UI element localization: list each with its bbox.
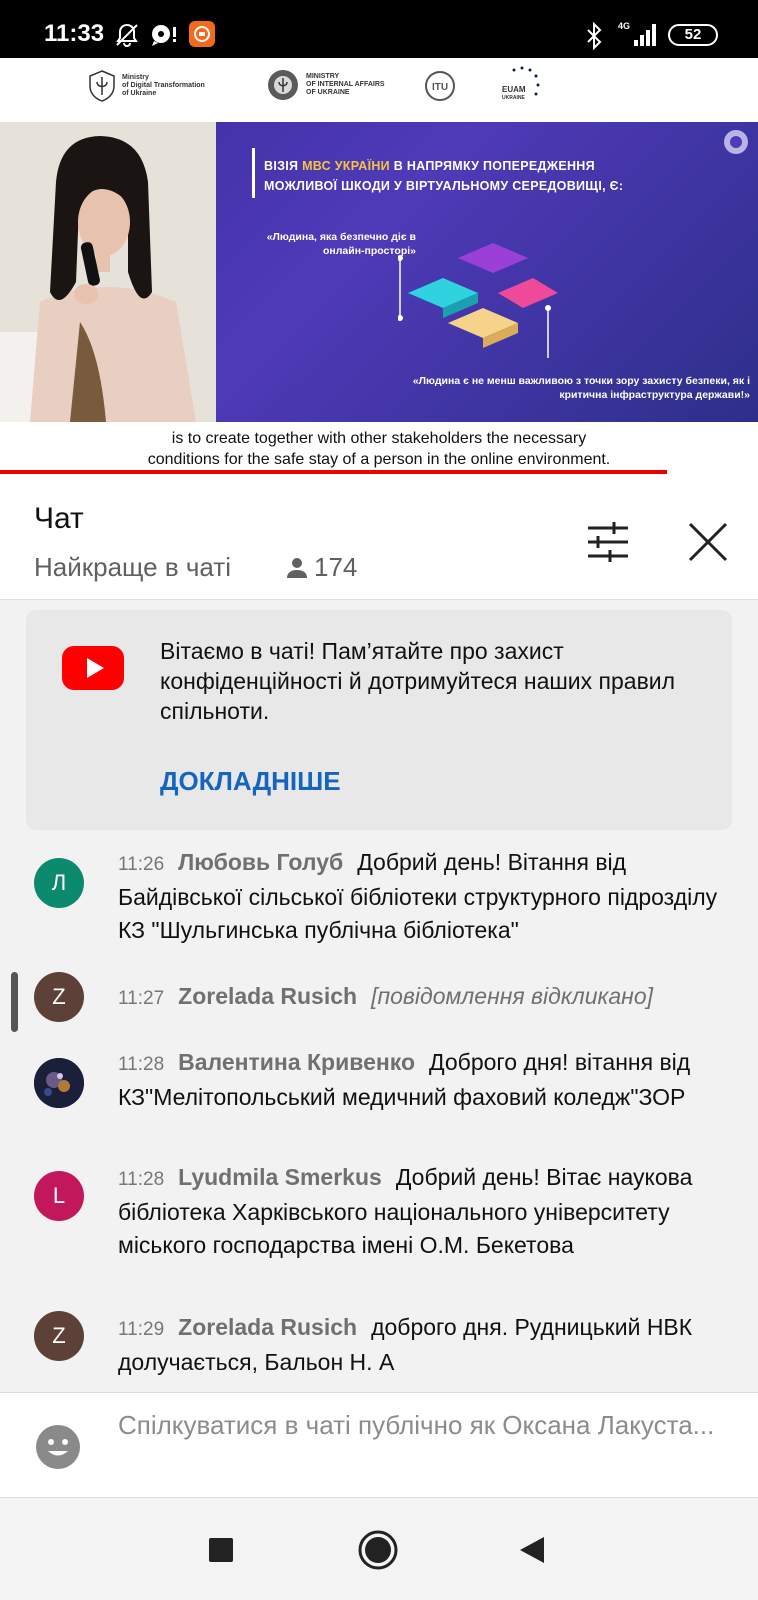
filter-sliders-icon[interactable] (584, 518, 632, 566)
scroll-indicator[interactable] (11, 972, 18, 1032)
message-time: 11:28 (118, 1169, 165, 1190)
svg-text:4G: 4G (618, 21, 630, 31)
presenter-image (0, 122, 216, 422)
message-time: 11:27 (118, 988, 165, 1009)
slide-title: ВІЗІЯ МВС УКРАЇНИ В НАПРЯМКУ ПОПЕРЕДЖЕНН… (264, 159, 624, 193)
video-subtitle: is to create together with other stakeho… (0, 424, 758, 472)
logo-mvs: MINISTRY OF INTERNAL AFFAIRS OF UKRAINE (266, 68, 385, 102)
status-bar: 11:33 4G 52 (0, 0, 758, 58)
logo-itu: ITU (424, 70, 456, 102)
viewer-count: 174 (286, 552, 357, 583)
recents-square-icon[interactable] (199, 1528, 243, 1572)
message-time: 11:28 (118, 1054, 165, 1075)
avatar[interactable]: Z (34, 1311, 84, 1361)
emblem-icon (724, 130, 748, 154)
welcome-card: Вітаємо в чаті! Пам’ятайте про захист ко… (26, 610, 732, 830)
message-author[interactable]: Zorelada Rusich (178, 983, 357, 1009)
bell-off-icon (114, 22, 140, 53)
system-nav-bar (0, 1498, 758, 1600)
message-author[interactable]: Lyudmila Smerkus (178, 1164, 382, 1190)
slide-accent-bar (252, 148, 255, 198)
home-circle-icon[interactable] (356, 1528, 400, 1572)
sponsor-logos: Ministry of Digital Transformation of Ukra… (0, 58, 758, 122)
chat-message-input[interactable] (118, 1407, 718, 1485)
chat-filter-dropdown[interactable]: Найкраще в чаті (34, 552, 231, 583)
logo-euam: EUAM UKRAINE (500, 64, 544, 110)
message-text: [повідомлення відкликано] (371, 983, 653, 1009)
bluetooth-icon (584, 21, 604, 55)
chat-input-bar (0, 1392, 758, 1498)
message-author[interactable]: Zorelada Rusich (178, 1314, 357, 1340)
close-icon[interactable] (684, 518, 732, 566)
emoji-icon[interactable] (36, 1425, 80, 1469)
avatar[interactable]: L (34, 1171, 84, 1221)
message-time: 11:26 (118, 854, 165, 875)
chat-header: Чат Найкраще в чаті 174 (0, 480, 758, 600)
youtube-icon (62, 646, 124, 690)
video-progress-bar[interactable] (0, 470, 668, 474)
viewer-count-value: 174 (314, 552, 358, 582)
app-icon (188, 20, 216, 53)
puzzle-illustration (398, 243, 558, 358)
chat-title: Чат (34, 502, 84, 535)
svg-text:ITU: ITU (432, 82, 448, 93)
logo-mintsyfry: Ministry of Digital Transformation of Ukra… (88, 70, 205, 102)
person-icon (287, 557, 307, 578)
signal-icon: 4G (618, 20, 660, 55)
welcome-text: Вітаємо в чаті! Пам’ятайте про захист ко… (160, 638, 676, 724)
learn-more-link[interactable]: ДОКЛАДНІШЕ (160, 766, 341, 797)
message-author[interactable]: Валентина Кривенко (178, 1049, 415, 1075)
battery-icon: 52 (668, 24, 718, 46)
chat-icon (150, 23, 178, 52)
slide-quote-2: «Людина є не менш важливою з точки зору … (412, 375, 750, 401)
back-triangle-icon[interactable] (510, 1528, 554, 1572)
video-player[interactable]: Ministry of Digital Transformation of Ukra… (0, 58, 758, 480)
slide-quote-1: «Людина, яка безпечно діє в онлайн-прост… (266, 231, 416, 257)
message-time: 11:29 (118, 1319, 165, 1340)
avatar[interactable] (34, 1058, 84, 1108)
presentation-slide: ВІЗІЯ МВС УКРАЇНИ В НАПРЯМКУ ПОПЕРЕДЖЕНН… (0, 122, 758, 422)
message-author[interactable]: Любовь Голуб (178, 849, 343, 875)
avatar[interactable]: Л (34, 858, 84, 908)
avatar[interactable]: Z (34, 972, 84, 1022)
status-time: 11:33 (44, 20, 105, 47)
